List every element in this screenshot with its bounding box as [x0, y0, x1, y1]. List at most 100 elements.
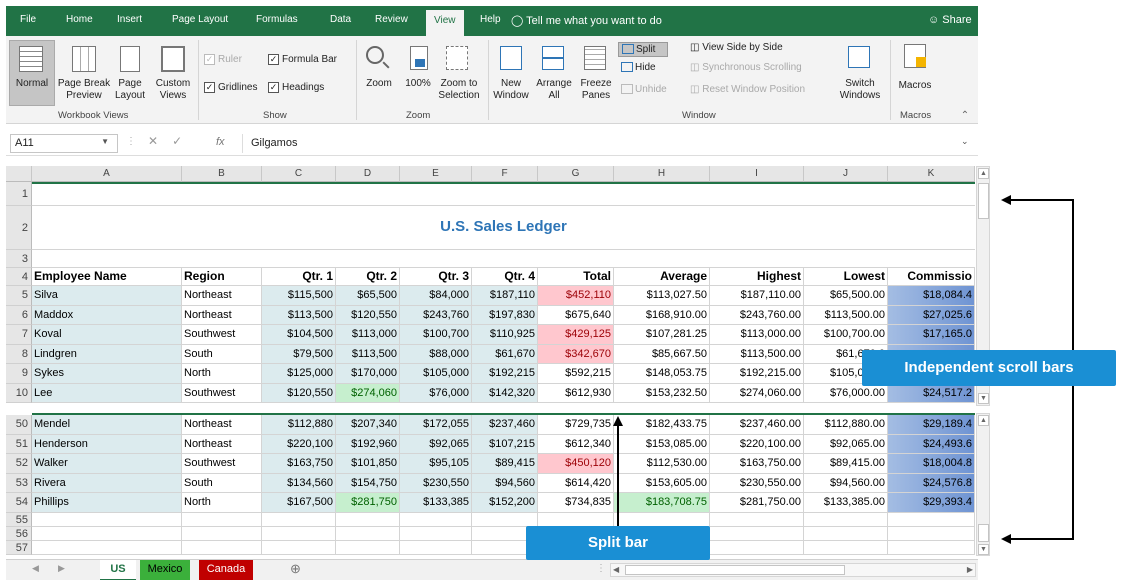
table-cell[interactable]: $192,215 [472, 364, 538, 384]
table-cell[interactable] [538, 182, 614, 206]
page-layout-button[interactable]: Page Layout [110, 76, 150, 102]
row-header[interactable]: 10 [6, 383, 32, 403]
table-cell[interactable]: $192,215.00 [710, 364, 804, 384]
vertical-scrollbar-bottom[interactable]: ▲ ▼ [976, 413, 990, 556]
add-sheet-icon[interactable]: ⊕ [290, 561, 301, 577]
table-cell[interactable]: Koval [32, 325, 182, 345]
table-cell[interactable]: $592,215 [538, 364, 614, 384]
table-cell[interactable] [538, 250, 614, 268]
arrange-all-button[interactable]: Arrange All [534, 76, 574, 102]
table-cell[interactable]: $612,340 [538, 434, 614, 454]
table-cell[interactable]: $230,550 [400, 473, 472, 493]
table-cell[interactable]: $95,105 [400, 454, 472, 474]
table-cell[interactable] [472, 182, 538, 206]
macros-button[interactable]: Macros [894, 80, 936, 91]
scroll-up-icon[interactable]: ▲ [978, 168, 989, 179]
split-button[interactable]: Split [618, 42, 669, 57]
table-cell[interactable]: $24,576.8 [888, 473, 975, 493]
freeze-panes-button[interactable]: Freeze Panes [576, 76, 616, 102]
column-header-i[interactable]: I [710, 166, 804, 182]
table-cell[interactable]: $18,004.8 [888, 454, 975, 474]
row-header[interactable]: 9 [6, 364, 32, 384]
table-cell[interactable] [336, 250, 400, 268]
table-cell[interactable]: Silva [32, 286, 182, 306]
tab-page-layout[interactable]: Page Layout [172, 14, 228, 25]
table-cell[interactable] [32, 526, 182, 541]
table-cell[interactable]: $281,750 [336, 493, 400, 513]
split-bar[interactable] [32, 413, 975, 415]
table-cell[interactable]: $153,085.00 [614, 434, 710, 454]
table-cell[interactable]: Northeast [182, 415, 262, 435]
row-header[interactable]: 53 [6, 473, 32, 493]
table-cell[interactable]: $142,320 [472, 383, 538, 403]
table-cell[interactable] [400, 526, 472, 541]
table-cell[interactable] [32, 250, 182, 268]
table-cell[interactable] [400, 182, 472, 206]
table-cell[interactable] [472, 250, 538, 268]
tab-formulas[interactable]: Formulas [256, 14, 298, 25]
table-cell[interactable]: $125,000 [262, 364, 336, 384]
table-cell[interactable] [182, 540, 262, 555]
share-button[interactable]: ☺ Share [928, 14, 972, 26]
table-cell[interactable]: $172,055 [400, 415, 472, 435]
column-title-cell[interactable]: Employee Name [32, 268, 182, 286]
column-header-j[interactable]: J [804, 166, 888, 182]
table-cell[interactable]: Southwest [182, 454, 262, 474]
scroll-thumb[interactable] [978, 524, 989, 542]
table-cell[interactable]: $230,550.00 [710, 473, 804, 493]
table-cell[interactable]: $29,189.4 [888, 415, 975, 435]
table-cell[interactable]: $24,493.6 [888, 434, 975, 454]
row-header[interactable]: 55 [6, 512, 32, 527]
column-header-g[interactable]: G [538, 166, 614, 182]
table-cell[interactable] [804, 250, 888, 268]
table-cell[interactable]: $429,125 [538, 325, 614, 345]
table-cell[interactable]: $113,000.00 [710, 325, 804, 345]
name-box-dropdown-icon[interactable]: ▼ [101, 137, 109, 146]
table-cell[interactable]: $94,560 [472, 473, 538, 493]
table-cell[interactable]: South [182, 473, 262, 493]
table-cell[interactable] [710, 526, 804, 541]
table-cell[interactable] [336, 512, 400, 527]
table-cell[interactable]: $675,640 [538, 305, 614, 325]
table-cell[interactable]: $61,670 [472, 344, 538, 364]
table-cell[interactable]: $237,460.00 [710, 415, 804, 435]
table-cell[interactable]: $104,500 [262, 325, 336, 345]
ruler-checkbox[interactable]: ✓ Ruler [204, 54, 242, 65]
row-header[interactable]: 5 [6, 286, 32, 306]
table-cell[interactable]: $76,000 [400, 383, 472, 403]
scroll-down-icon[interactable]: ▼ [978, 393, 989, 404]
table-cell[interactable]: $163,750.00 [710, 454, 804, 474]
table-cell[interactable]: $17,165.0 [888, 325, 975, 345]
table-cell[interactable]: $133,385.00 [804, 493, 888, 513]
table-cell[interactable]: $107,281.25 [614, 325, 710, 345]
table-cell[interactable]: $100,700 [400, 325, 472, 345]
scroll-thumb[interactable] [978, 183, 989, 219]
tab-split-handle-icon[interactable]: ⋮ [596, 563, 606, 574]
table-cell[interactable]: $192,960 [336, 434, 400, 454]
column-header-f[interactable]: F [472, 166, 538, 182]
enter-icon[interactable]: ✓ [172, 134, 182, 148]
table-cell[interactable] [262, 526, 336, 541]
table-cell[interactable]: $101,850 [336, 454, 400, 474]
table-cell[interactable]: $27,025.6 [888, 305, 975, 325]
table-cell[interactable]: $89,415.00 [804, 454, 888, 474]
table-cell[interactable]: $110,925 [472, 325, 538, 345]
table-cell[interactable] [32, 512, 182, 527]
column-title-cell[interactable]: Qtr. 2 [336, 268, 400, 286]
row-header[interactable]: 56 [6, 526, 32, 541]
select-all-corner[interactable] [6, 166, 32, 182]
column-title-cell[interactable]: Qtr. 1 [262, 268, 336, 286]
table-cell[interactable] [336, 526, 400, 541]
table-cell[interactable] [32, 540, 182, 555]
table-cell[interactable]: $167,500 [262, 493, 336, 513]
table-cell[interactable]: Maddox [32, 305, 182, 325]
row-header[interactable]: 4 [6, 268, 32, 286]
table-cell[interactable]: $152,200 [472, 493, 538, 513]
table-cell[interactable] [710, 512, 804, 527]
table-cell[interactable]: $112,880.00 [804, 415, 888, 435]
table-cell[interactable]: $342,670 [538, 344, 614, 364]
horizontal-scrollbar[interactable]: ◀ ▶ [610, 563, 976, 577]
table-cell[interactable]: $170,000 [336, 364, 400, 384]
next-sheet-icon[interactable]: ▶ [58, 563, 65, 574]
table-cell[interactable] [336, 540, 400, 555]
